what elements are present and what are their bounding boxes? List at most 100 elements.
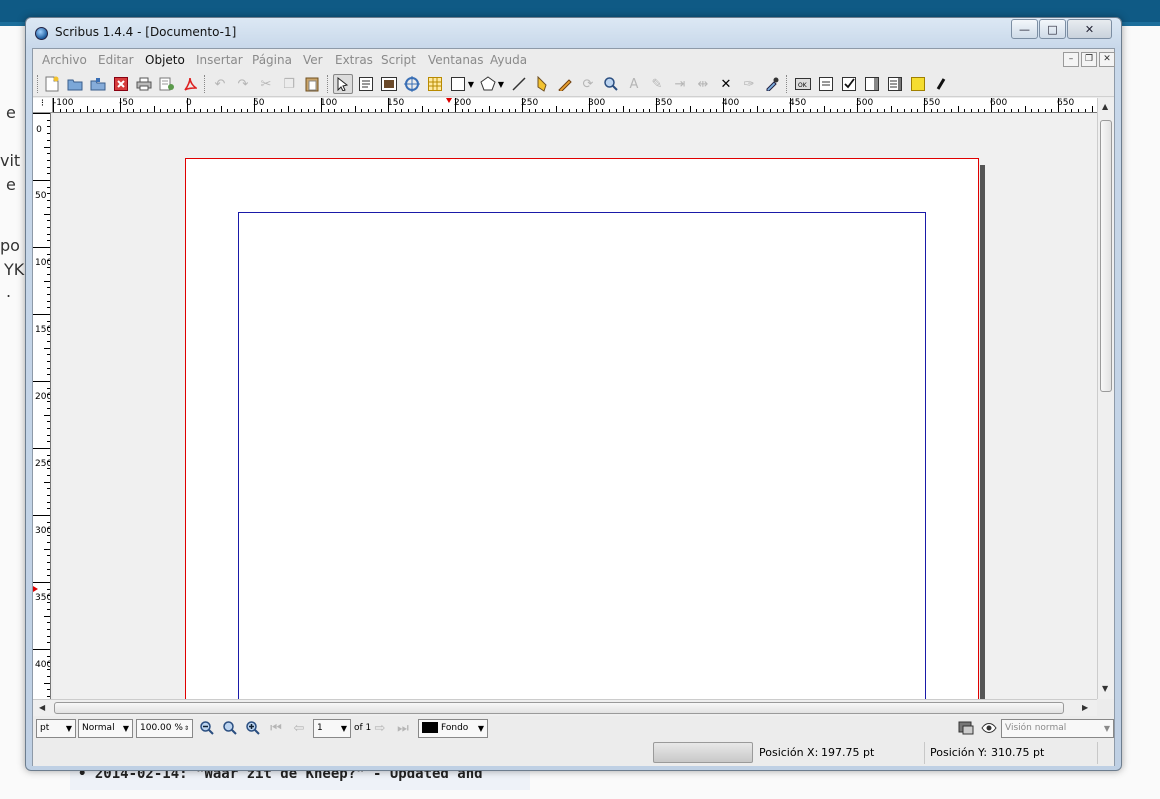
pdf-text-field-icon[interactable] xyxy=(816,74,836,94)
ruler-label: 650 xyxy=(1057,98,1075,108)
ruler-label: 200 xyxy=(454,98,472,108)
table-icon[interactable] xyxy=(425,74,445,94)
chevron-down-icon: ▼ xyxy=(477,724,484,733)
maximize-button[interactable]: □ xyxy=(1039,19,1066,39)
preflight-icon[interactable] xyxy=(157,74,177,94)
menu-ver[interactable]: Ver xyxy=(303,53,323,67)
previous-page-icon[interactable]: ⇦ xyxy=(289,718,309,738)
pdf-checkbox-icon[interactable] xyxy=(839,74,859,94)
zoom-100-icon[interactable] xyxy=(220,718,240,738)
svg-text:OK: OK xyxy=(798,82,808,89)
eyedropper-icon[interactable] xyxy=(762,74,782,94)
document-canvas[interactable] xyxy=(53,113,1097,699)
chevron-down-icon: ▼ xyxy=(340,724,347,733)
page-number-select[interactable]: 1 ▼ xyxy=(313,719,351,738)
position-x-value: 197.75 pt xyxy=(821,746,875,759)
render-frame-icon[interactable] xyxy=(402,74,422,94)
preview-toggle-icon[interactable] xyxy=(956,718,976,738)
paste-icon[interactable] xyxy=(302,74,322,94)
background-text-fragment: YK xyxy=(4,260,25,279)
window-title: Scribus 1.4.4 - [Documento-1] xyxy=(55,25,237,39)
background-text-fragment: . xyxy=(6,282,12,301)
image-frame-icon[interactable] xyxy=(379,74,399,94)
next-page-icon[interactable]: ⇨ xyxy=(370,718,390,738)
line-icon[interactable] xyxy=(509,74,529,94)
unit-select[interactable]: pt ▼ xyxy=(36,719,76,738)
menu-pagina[interactable]: Página xyxy=(252,53,292,67)
vertical-ruler[interactable]: 0 50 100 150 200 250 300 350 400 xyxy=(33,113,51,699)
toolbar-separator xyxy=(327,75,328,93)
cut-icon[interactable]: ✂ xyxy=(256,74,276,94)
polygon-dropdown-icon[interactable]: ▼ xyxy=(495,74,507,94)
zoom-in-icon[interactable] xyxy=(243,718,263,738)
menu-archivo[interactable]: Archivo xyxy=(42,53,87,67)
ruler-label: 250 xyxy=(521,98,539,108)
close-button[interactable]: ✕ xyxy=(1067,19,1112,39)
export-pdf-icon[interactable] xyxy=(180,74,200,94)
cursor-position-marker xyxy=(446,98,452,103)
unlink-frames-icon[interactable]: ⇹ xyxy=(693,74,713,94)
rotate-icon[interactable]: ⟳ xyxy=(578,74,598,94)
ruler-origin-corner[interactable]: ⁝ xyxy=(33,98,53,113)
new-document-icon[interactable] xyxy=(42,74,62,94)
ruler-label: 400 xyxy=(722,98,740,108)
eye-icon[interactable] xyxy=(979,718,999,738)
horizontal-ruler[interactable]: -100 -50 0 50 100 150 200 250 300 350 40… xyxy=(53,98,1097,113)
save-icon[interactable] xyxy=(88,74,108,94)
layer-select[interactable]: Fondo ▼ xyxy=(418,719,488,738)
close-doc-icon[interactable] xyxy=(111,74,131,94)
scroll-down-arrow-icon[interactable]: ▼ xyxy=(1102,684,1108,693)
vertical-scrollbar[interactable]: ▲ ▼ xyxy=(1097,98,1114,699)
pdf-list-icon[interactable] xyxy=(885,74,905,94)
edit-text-icon[interactable]: ✎ xyxy=(647,74,667,94)
redo-icon[interactable]: ↷ xyxy=(233,74,253,94)
menu-ventanas[interactable]: Ventanas xyxy=(428,53,484,67)
freehand-icon[interactable] xyxy=(555,74,575,94)
background-text-fragment: e xyxy=(6,175,16,194)
horizontal-scrollbar[interactable]: ◀ ▶ xyxy=(33,699,1097,716)
edit-contents-icon[interactable]: A xyxy=(624,74,644,94)
document-minimize-button[interactable]: – xyxy=(1063,52,1079,67)
scroll-right-arrow-icon[interactable]: ▶ xyxy=(1082,703,1088,712)
ruler-label: 300 xyxy=(588,98,606,108)
vertical-scroll-thumb[interactable] xyxy=(1100,120,1112,392)
select-icon[interactable] xyxy=(333,74,353,94)
page-count: of 1 xyxy=(354,723,372,733)
zoom-out-icon[interactable] xyxy=(197,718,217,738)
ruler-label: 450 xyxy=(789,98,807,108)
pdf-annotation-icon[interactable] xyxy=(908,74,928,94)
document-close-button[interactable]: ✕ xyxy=(1099,52,1115,67)
link-frames-icon[interactable]: ⇥ xyxy=(670,74,690,94)
minimize-button[interactable]: — xyxy=(1011,19,1038,39)
document-restore-button[interactable]: ❐ xyxy=(1081,52,1097,67)
last-page-icon[interactable]: ⏭ xyxy=(393,718,413,738)
menu-objeto[interactable]: Objeto xyxy=(145,53,185,67)
bezier-icon[interactable] xyxy=(532,74,552,94)
pdf-link-icon[interactable] xyxy=(931,74,951,94)
measure-icon[interactable]: ✕ xyxy=(716,74,736,94)
first-page-icon[interactable]: ⏮ xyxy=(266,718,286,738)
view-mode-select[interactable]: Visión normal ▼ xyxy=(1001,719,1114,738)
menu-editar[interactable]: Editar xyxy=(98,53,134,67)
image-quality-select[interactable]: Normal ▼ xyxy=(78,719,133,738)
zoom-icon[interactable] xyxy=(601,74,621,94)
scroll-left-arrow-icon[interactable]: ◀ xyxy=(39,703,45,712)
pdf-combo-icon[interactable] xyxy=(862,74,882,94)
zoom-input[interactable]: 100.00 % ⇕ xyxy=(136,719,193,738)
unit-value: pt xyxy=(40,723,50,733)
undo-icon[interactable]: ↶ xyxy=(210,74,230,94)
scroll-up-arrow-icon[interactable]: ▲ xyxy=(1102,102,1108,111)
copy-properties-icon[interactable]: ✑ xyxy=(739,74,759,94)
title-bar[interactable]: Scribus 1.4.4 - [Documento-1] — □ ✕ xyxy=(26,18,1121,48)
pdf-push-button-icon[interactable]: OK xyxy=(793,74,813,94)
menu-extras[interactable]: Extras xyxy=(335,53,373,67)
shape-dropdown-icon[interactable]: ▼ xyxy=(465,74,477,94)
open-icon[interactable] xyxy=(65,74,85,94)
copy-icon[interactable]: ❐ xyxy=(279,74,299,94)
horizontal-scroll-thumb[interactable] xyxy=(54,702,1064,714)
menu-insertar[interactable]: Insertar xyxy=(196,53,243,67)
menu-ayuda[interactable]: Ayuda xyxy=(490,53,527,67)
menu-script[interactable]: Script xyxy=(381,53,416,67)
text-frame-icon[interactable] xyxy=(356,74,376,94)
print-icon[interactable] xyxy=(134,74,154,94)
